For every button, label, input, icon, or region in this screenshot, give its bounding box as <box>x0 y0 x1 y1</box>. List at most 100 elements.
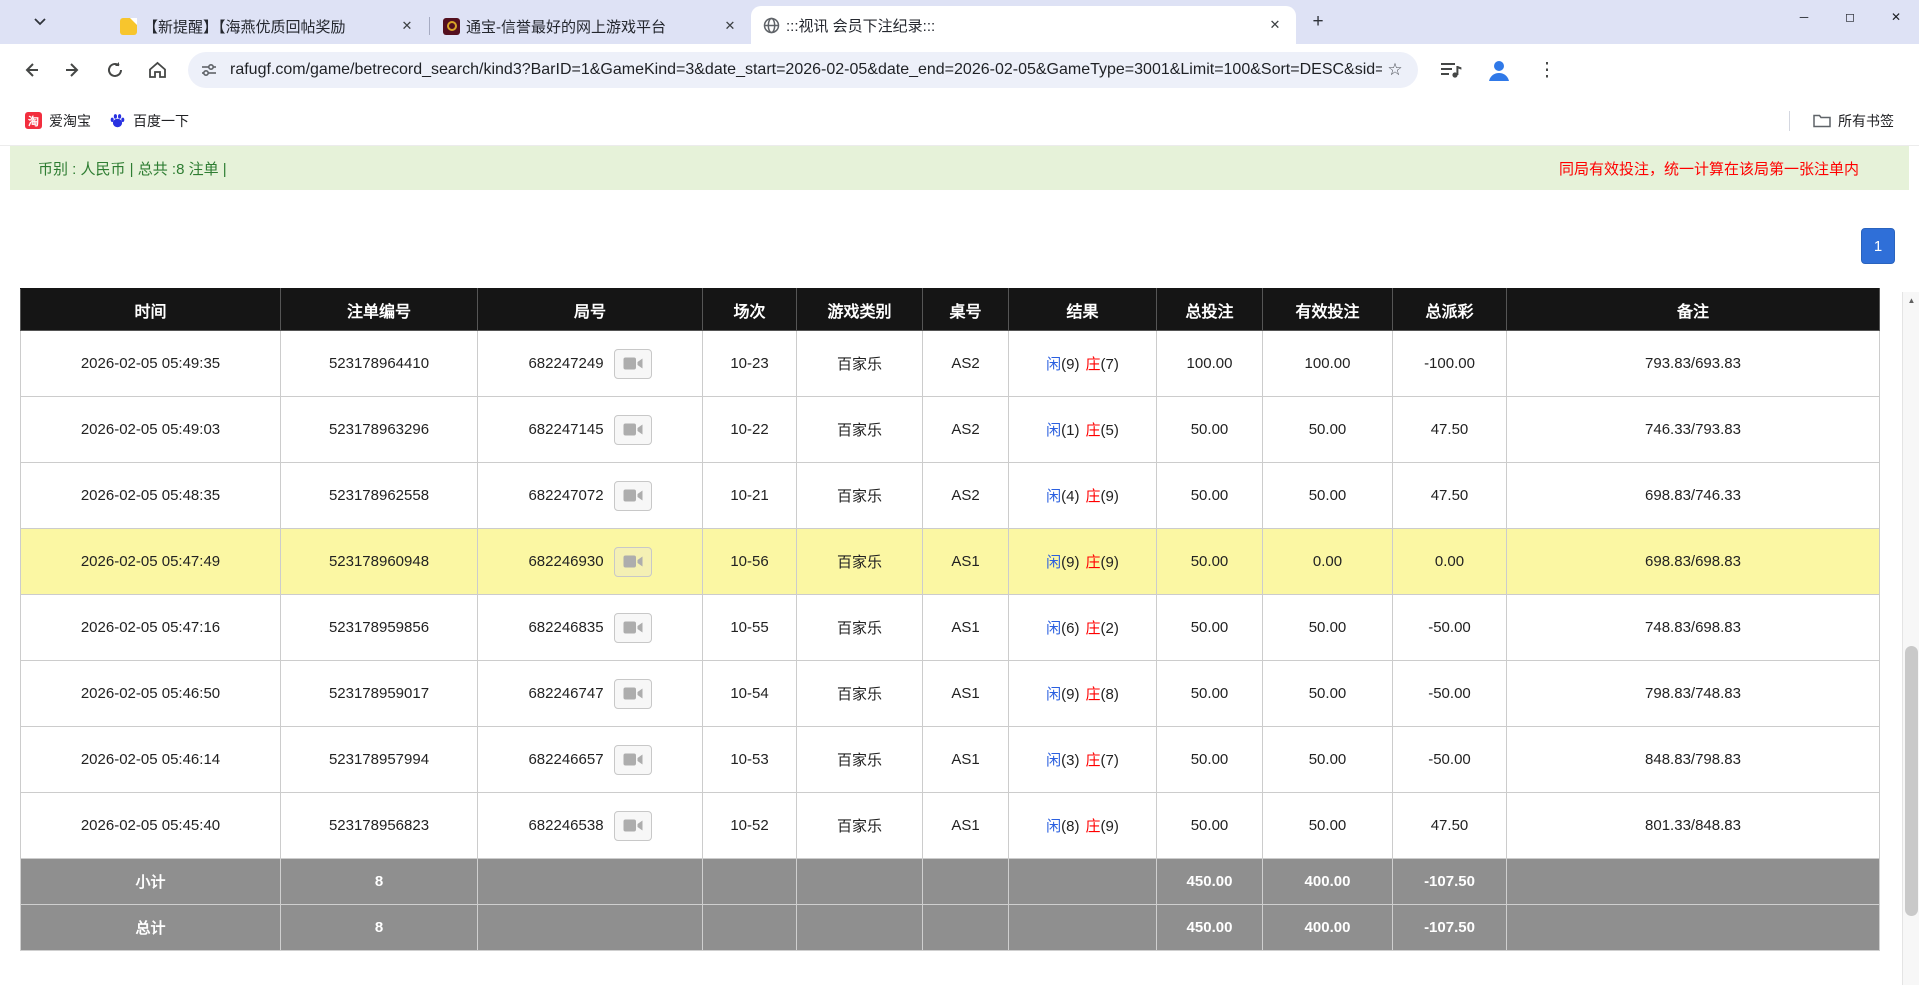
emblem-favicon-icon <box>443 17 460 35</box>
film-icon <box>623 819 643 832</box>
back-icon[interactable] <box>14 53 48 87</box>
film-icon <box>623 489 643 502</box>
valid-bet: 50.00 <box>1262 594 1393 661</box>
tab-close-icon[interactable]: ✕ <box>396 15 418 37</box>
bookmarks-divider <box>1789 110 1790 131</box>
profile-avatar-icon[interactable] <box>1484 55 1514 85</box>
tab-close-icon[interactable]: ✕ <box>719 15 741 37</box>
round-cell: 682247145 <box>477 396 703 463</box>
round-id: 682246747 <box>528 685 604 702</box>
result-cell: 闲(4) 庄(9) <box>1008 462 1157 529</box>
player-label: 闲 <box>1046 818 1062 835</box>
round-video-button[interactable] <box>613 678 652 709</box>
banker-label: 庄 <box>1085 818 1101 835</box>
baidu-paw-icon <box>109 112 126 129</box>
scroll-up-icon[interactable]: ▲ <box>1903 292 1919 309</box>
site-info-icon[interactable] <box>196 57 222 83</box>
round-video-button[interactable] <box>613 414 652 445</box>
round-video-button[interactable] <box>613 612 652 643</box>
player-score: (9) <box>1061 554 1080 571</box>
film-icon <box>623 753 643 766</box>
bookmark-baidu[interactable]: 百度一下 <box>100 106 198 136</box>
header-result: 结果 <box>1008 288 1157 331</box>
footer-empty-cell <box>796 858 923 905</box>
tab-search-chevron-icon[interactable] <box>34 7 64 37</box>
footer-empty-cell <box>1506 904 1880 951</box>
round-video-button[interactable] <box>613 810 652 841</box>
bookmark-aitaobao[interactable]: 淘 爱淘宝 <box>16 106 100 136</box>
valid-bet: 50.00 <box>1262 726 1393 793</box>
round-video-button[interactable] <box>613 480 652 511</box>
bet-id: 523178964410 <box>280 330 478 397</box>
globe-favicon-icon <box>763 17 780 34</box>
total-bet: 50.00 <box>1156 792 1263 859</box>
reload-icon[interactable] <box>98 53 132 87</box>
payout: 0.00 <box>1392 528 1507 595</box>
bet-time: 2026-02-05 05:47:49 <box>20 528 281 595</box>
info-bar: 币别 : 人民币 | 总共 :8 注单 | 同局有效投注，统一计算在该局第一张注… <box>10 146 1909 190</box>
pagination-page-1-button[interactable]: 1 <box>1861 228 1895 264</box>
player-label: 闲 <box>1046 554 1062 571</box>
balance-remark: 698.83/746.33 <box>1506 462 1880 529</box>
minimize-icon[interactable]: ─ <box>1781 0 1827 34</box>
round-id: 682246930 <box>528 553 604 570</box>
pagination: 1 <box>1861 228 1895 264</box>
table-no: AS1 <box>922 792 1009 859</box>
valid-bet: 50.00 <box>1262 396 1393 463</box>
bookmarks-bar: 淘 爱淘宝 百度一下 所有书签 <box>0 96 1919 146</box>
footer-empty-cell <box>796 904 923 951</box>
scrollbar[interactable]: ▲ ▼ <box>1902 292 1919 985</box>
valid-bet: 100.00 <box>1262 330 1393 397</box>
bet-time: 2026-02-05 05:46:50 <box>20 660 281 727</box>
scrollbar-thumb[interactable] <box>1905 646 1918 916</box>
round-video-button[interactable] <box>613 744 652 775</box>
round-video-button[interactable] <box>613 348 652 379</box>
footer-empty-cell <box>477 904 703 951</box>
bet-record-table: 时间 注单编号 局号 场次 游戏类别 桌号 结果 总投注 有效投注 总派彩 备注… <box>20 288 1880 951</box>
taobao-icon: 淘 <box>25 112 42 129</box>
tab-bet-record[interactable]: :::视讯 会员下注纪录::: ✕ <box>751 6 1296 44</box>
media-controls-icon[interactable] <box>1436 55 1466 85</box>
maximize-icon[interactable]: ◻ <box>1827 0 1873 34</box>
close-icon[interactable]: ✕ <box>1873 0 1919 34</box>
round-video-button[interactable] <box>613 546 652 577</box>
forward-icon[interactable] <box>56 53 90 87</box>
balance-remark: 698.83/698.83 <box>1506 528 1880 595</box>
film-icon <box>623 423 643 436</box>
session: 10-54 <box>702 660 797 727</box>
all-bookmarks-button[interactable]: 所有书签 <box>1804 106 1903 136</box>
table-no: AS1 <box>922 726 1009 793</box>
home-icon[interactable] <box>140 53 174 87</box>
header-bet-id: 注单编号 <box>280 288 478 331</box>
new-tab-button[interactable]: + <box>1304 8 1332 36</box>
total-bet: 50.00 <box>1156 396 1263 463</box>
session: 10-53 <box>702 726 797 793</box>
player-label: 闲 <box>1046 620 1062 637</box>
round-cell: 682246930 <box>477 528 703 595</box>
bet-id: 523178959017 <box>280 660 478 727</box>
player-label: 闲 <box>1046 752 1062 769</box>
window-controls: ─ ◻ ✕ <box>1781 0 1919 34</box>
round-id: 682246538 <box>528 817 604 834</box>
footer-empty-cell <box>922 904 1009 951</box>
bookmark-star-icon[interactable]: ☆ <box>1382 57 1408 83</box>
header-valid-bet: 有效投注 <box>1262 288 1393 331</box>
banker-label: 庄 <box>1085 488 1101 505</box>
banker-score: (7) <box>1100 356 1119 373</box>
header-payout: 总派彩 <box>1392 288 1507 331</box>
round-id: 682246835 <box>528 619 604 636</box>
tab-separator <box>429 17 430 35</box>
url-text[interactable]: rafugf.com/game/betrecord_search/kind3?B… <box>230 61 1382 79</box>
bookmark-label: 爱淘宝 <box>49 112 91 129</box>
tab-tongbao[interactable]: 通宝-信誉最好的网上游戏平台 ✕ <box>431 8 751 44</box>
table-row: 2026-02-05 05:46:50 523178959017 682246747… <box>20 660 1880 727</box>
result-cell: 闲(6) 庄(2) <box>1008 594 1157 661</box>
tab-forum[interactable]: 【新提醒】【海燕优质回帖奖励 ✕ <box>108 8 428 44</box>
url-bar[interactable]: rafugf.com/game/betrecord_search/kind3?B… <box>188 52 1418 88</box>
table-no: AS1 <box>922 528 1009 595</box>
tab-close-icon[interactable]: ✕ <box>1264 14 1286 36</box>
menu-kebab-icon[interactable]: ⋮ <box>1532 55 1562 85</box>
footer-empty-cell <box>702 904 797 951</box>
bet-time: 2026-02-05 05:49:03 <box>20 396 281 463</box>
tab-title: 通宝-信誉最好的网上游戏平台 <box>466 18 666 36</box>
